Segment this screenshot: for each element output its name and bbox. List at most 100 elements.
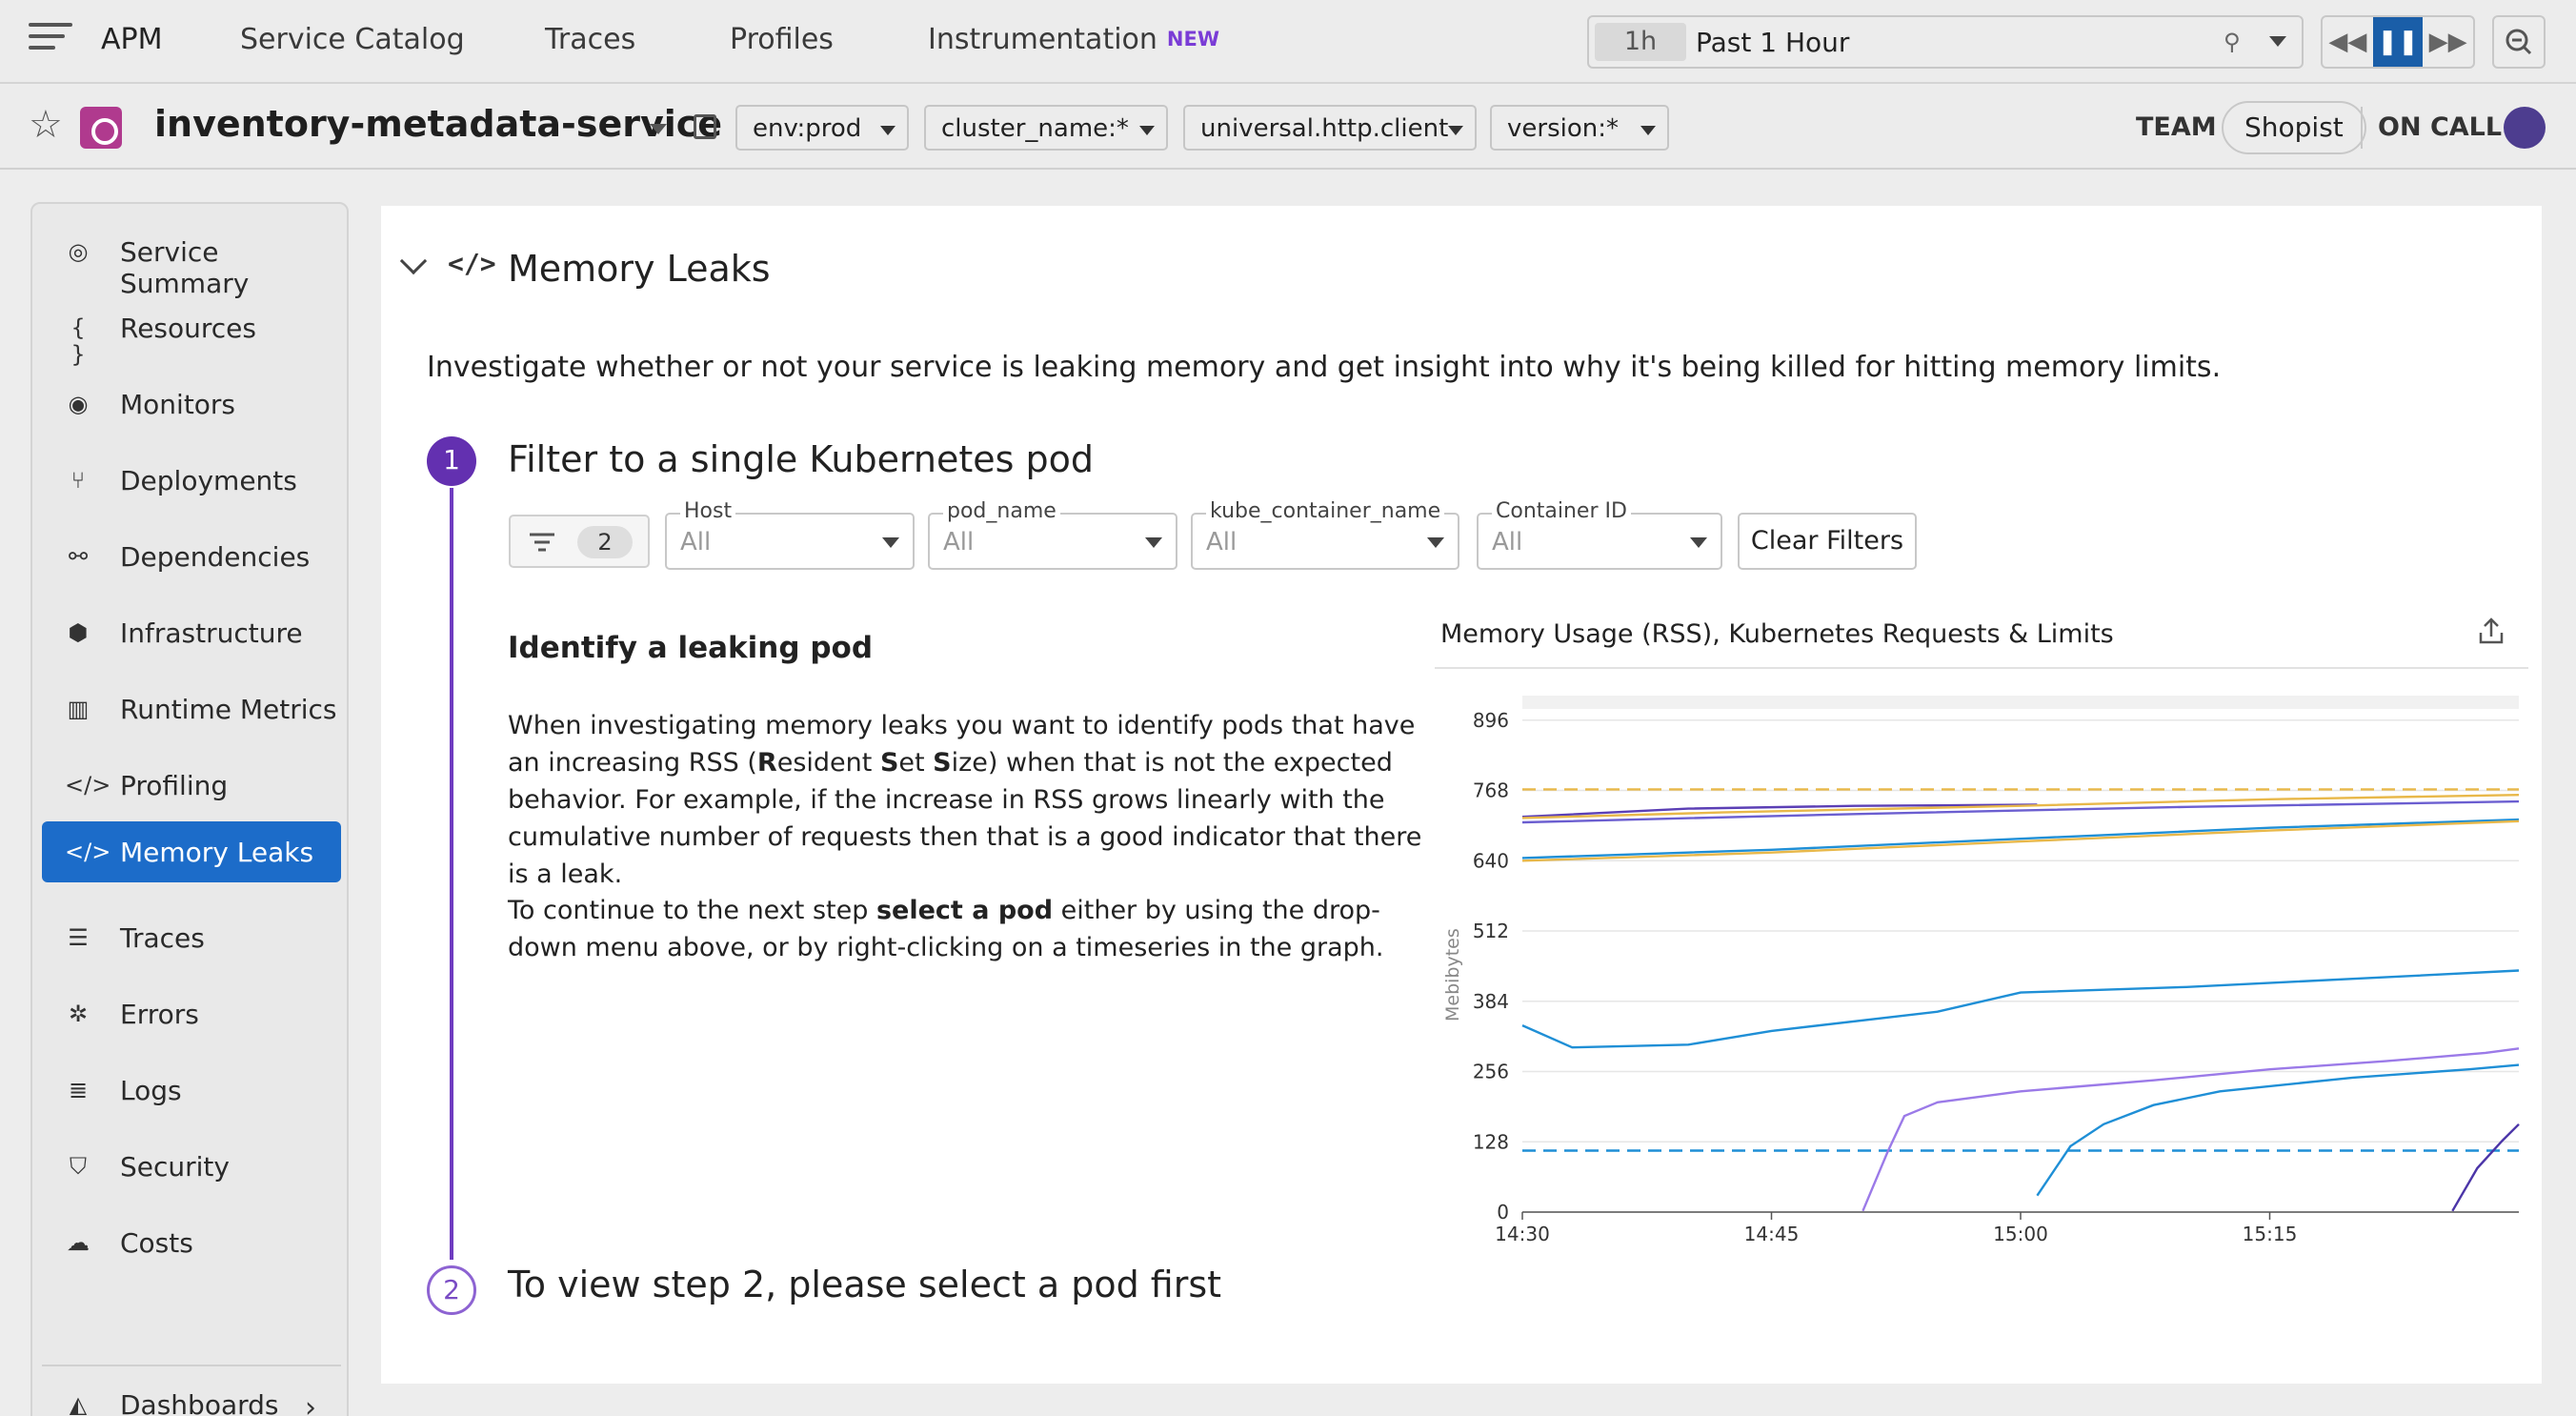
chevron-down-icon[interactable] [2269, 36, 2286, 47]
sidebar-item-label: Monitors [120, 389, 236, 420]
nav-traces[interactable]: Traces [545, 23, 635, 56]
sidebar-item-label: Dependencies [120, 541, 311, 573]
export-icon[interactable] [2475, 616, 2507, 648]
sidebar-item-label: Costs [120, 1227, 193, 1259]
sidebar-item-logs[interactable]: ≣ Logs [42, 1060, 341, 1121]
zoom-icon [2506, 29, 2532, 55]
sidebar-item-errors[interactable]: ✲ Errors [42, 983, 341, 1044]
menu-icon[interactable] [29, 23, 72, 61]
sidebar-item-infrastructure[interactable]: ⬢ Infrastructure [42, 602, 341, 663]
para-bold-s: S [933, 748, 952, 778]
env-filter[interactable]: env:prod [735, 105, 909, 151]
series-line-5 [1521, 819, 2520, 862]
host-select[interactable]: Host All [665, 499, 915, 570]
service-name[interactable]: inventory-metadata-service [154, 103, 722, 145]
service-logo [80, 107, 122, 149]
sidebar-item-memory-leaks[interactable]: </> Memory Leaks [42, 821, 341, 882]
chevron-down-icon[interactable] [650, 124, 667, 134]
chevron-down-icon [1427, 537, 1444, 548]
step-1-title: Filter to a single Kubernetes pod [508, 438, 1095, 480]
sidebar-item-profiling[interactable]: </> Profiling [42, 755, 341, 816]
chevron-right-icon[interactable]: › [305, 1391, 316, 1416]
nav-instrumentation[interactable]: Instrumentation NEW [928, 23, 1219, 56]
series-line-4 [1521, 818, 2520, 860]
code-icon: </> [65, 772, 111, 799]
oncall-avatar[interactable] [2504, 107, 2546, 149]
chart-top-band [1522, 696, 2519, 709]
memory-usage-chart[interactable]: 0 128 256 384 512 640 768 896 14:30 14:45 15:00 15:… [1435, 686, 2540, 1258]
step-2-title: To view step 2, please select a pod firs… [508, 1264, 1222, 1305]
code-icon: </> [65, 839, 111, 865]
shield-icon: ⛉ [70, 1153, 87, 1180]
version-filter[interactable]: version:* [1490, 105, 1669, 151]
chart-divider [1435, 667, 2528, 669]
code-icon: </> [448, 248, 496, 279]
explanation-paragraph: When investigating memory leaks you want… [508, 707, 1422, 893]
pod-name-select[interactable]: pod_name All [928, 499, 1177, 570]
step-1-badge: 1 [427, 436, 476, 486]
x-tick-label: 14:45 [1744, 1223, 1800, 1245]
filter-toggle-button[interactable]: 2 [509, 515, 650, 568]
sidebar-item-label: Runtime Metrics [120, 694, 337, 725]
service-header: ☆ inventory-metadata-service env:prod cl… [0, 86, 2576, 170]
sidebar-item-runtime-metrics[interactable]: ▥ Runtime Metrics [42, 678, 341, 739]
rewind-icon[interactable]: ◀◀ [2323, 17, 2373, 67]
x-tick-label: 15:15 [2243, 1223, 2298, 1245]
series-line-1 [1521, 794, 2520, 819]
y-tick-label: 128 [1473, 1130, 1509, 1153]
sidebar-item-dependencies[interactable]: ⚯ Dependencies [42, 526, 341, 587]
y-tick-label: 512 [1473, 920, 1509, 942]
team-pill[interactable]: Shopist [2222, 101, 2366, 154]
container-id-select-value: All [1492, 528, 1523, 556]
para-text: et [898, 748, 934, 778]
sidebar-item-service-summary[interactable]: ◎ Service Summary [42, 221, 341, 299]
kube-container-select-label: kube_container_name [1206, 499, 1445, 523]
y-tick-label: 0 [1497, 1201, 1509, 1224]
playback-controls: ◀◀ ❚❚ ▶▶ [2321, 15, 2475, 69]
sidebar-item-deployments[interactable]: ⑂ Deployments [42, 450, 341, 511]
fast-forward-icon[interactable]: ▶▶ [2423, 17, 2473, 67]
para-bold-s: S [879, 748, 899, 778]
pin-icon[interactable]: ⚲ [2224, 29, 2241, 55]
client-filter[interactable]: universal.http.client [1183, 105, 1477, 151]
kube-container-name-select[interactable]: kube_container_name All [1191, 499, 1459, 570]
time-range-picker[interactable]: 1h Past 1 Hour ⚲ [1587, 15, 2304, 69]
braces-icon: { } [70, 314, 86, 368]
series-line-6 [1521, 969, 2520, 1049]
nav-service-catalog[interactable]: Service Catalog [240, 23, 465, 56]
time-range-label: Past 1 Hour [1696, 27, 1850, 58]
series-line-10 [2451, 1123, 2520, 1212]
para-text: esident [776, 748, 880, 778]
version-filter-value: version:* [1507, 114, 1619, 143]
cluster-filter[interactable]: cluster_name:* [924, 105, 1168, 151]
y-tick-label: 384 [1473, 990, 1509, 1013]
host-select-value: All [680, 528, 712, 556]
sidebar-item-traces[interactable]: ☰ Traces [42, 907, 341, 968]
sidebar-item-costs[interactable]: ☁ Costs [42, 1212, 341, 1273]
copy-icon[interactable] [694, 114, 716, 139]
star-icon[interactable]: ☆ [29, 103, 63, 147]
sidebar-item-security[interactable]: ⛉ Security [42, 1136, 341, 1197]
hexagon-icon: ⬢ [68, 619, 89, 646]
sidebar-item-dashboards[interactable]: ◭ Dashboards [42, 1374, 341, 1416]
chevron-down-icon [1139, 126, 1155, 135]
sidebar-item-resources[interactable]: { } Resources [42, 297, 341, 368]
sidebar-item-label: Memory Leaks [120, 837, 314, 868]
filter-icon [530, 533, 554, 552]
sidebar-item-label: Service Summary [120, 236, 250, 299]
apm-brand[interactable]: APM [101, 23, 163, 56]
container-id-select[interactable]: Container ID All [1477, 499, 1722, 570]
sidebar-item-label: Errors [120, 999, 199, 1030]
chevron-down-icon [1690, 537, 1707, 548]
sidebar-item-label: Traces [120, 922, 205, 954]
zoom-out-button[interactable] [2492, 15, 2546, 69]
collapse-chevron-icon[interactable] [399, 247, 428, 275]
chevron-down-icon [882, 537, 899, 548]
pause-icon[interactable]: ❚❚ [2372, 17, 2424, 67]
globe-icon: ◎ [68, 238, 89, 265]
clear-filters-button[interactable]: Clear Filters [1738, 513, 1917, 570]
sidebar-item-label: Deployments [120, 465, 297, 496]
nav-profiles[interactable]: Profiles [730, 23, 834, 56]
y-tick-label: 768 [1473, 779, 1509, 802]
sidebar-item-monitors[interactable]: ◉ Monitors [42, 374, 341, 435]
